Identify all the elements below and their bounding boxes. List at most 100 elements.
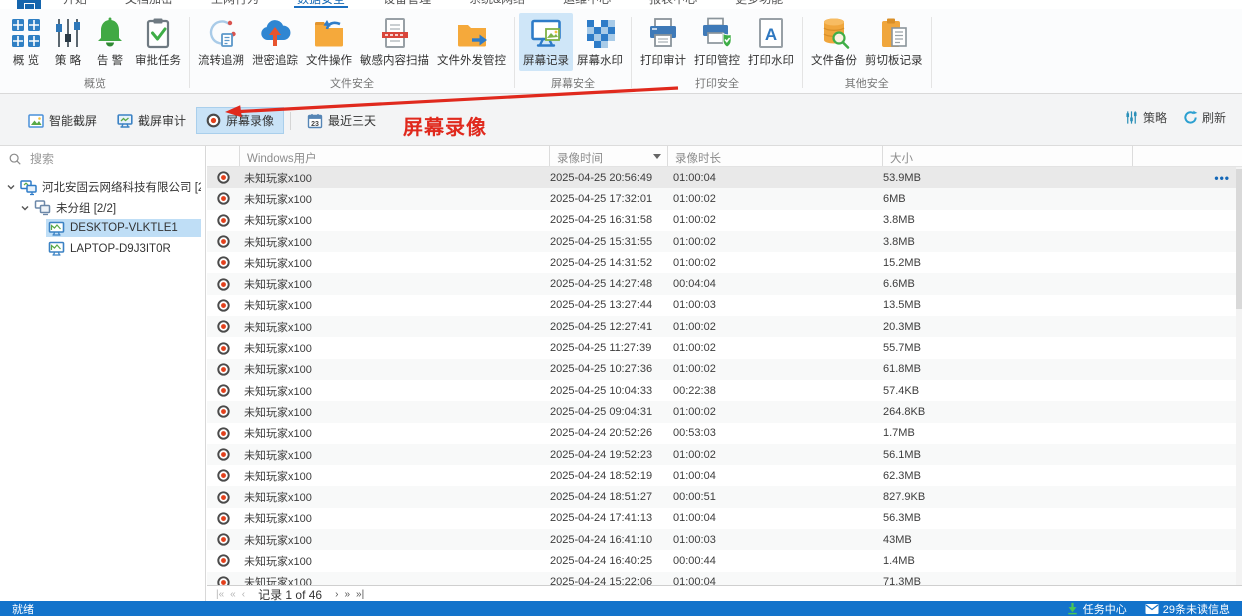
table-row[interactable]: 未知玩家x100 2025-04-24 18:52:19 01:00:04 62.3M… xyxy=(207,465,1236,486)
chevron-down-icon[interactable] xyxy=(4,182,18,192)
size-cell: 56.1MB xyxy=(883,448,921,461)
ribbon-button[interactable]: 策 略 xyxy=(47,13,89,71)
search-row xyxy=(0,146,205,170)
toolbar-button[interactable]: 截屏审计 xyxy=(107,107,196,134)
tab-5[interactable]: 设备管理 xyxy=(370,0,444,9)
tab-2[interactable]: 文档加密 xyxy=(112,0,186,9)
table-row[interactable]: 未知玩家x100 2025-04-25 16:31:58 01:00:02 3.8MB… xyxy=(207,210,1236,231)
ribbon-button[interactable]: 泄密追踪 xyxy=(248,13,302,71)
tab-3[interactable]: 上网行为 xyxy=(198,0,272,9)
duration-cell: 00:00:44 xyxy=(673,554,716,567)
table-row[interactable]: 未知玩家x100 2025-04-25 10:27:36 01:00:02 61.8M… xyxy=(207,358,1236,380)
size-cell: 15.2MB xyxy=(883,256,921,269)
user-cell: 未知玩家x100 xyxy=(244,257,312,270)
tab-7[interactable]: 运维中心 xyxy=(550,0,624,9)
table-row[interactable]: 未知玩家x100 2025-04-25 09:04:31 01:00:02 264.8… xyxy=(207,401,1236,423)
ribbon-button[interactable]: 敏感内容扫描 xyxy=(356,13,433,71)
column-header-Windows用户[interactable]: Windows用户 xyxy=(240,146,550,166)
table-row[interactable]: 未知玩家x100 2025-04-25 14:27:48 00:04:04 6.6MB… xyxy=(207,273,1236,295)
ribbon-button[interactable]: 文件备份 xyxy=(807,13,861,71)
toolbar-right-button[interactable]: 刷新 xyxy=(1183,109,1226,126)
more-icon[interactable]: ••• xyxy=(1133,171,1236,185)
column-header-大小[interactable]: 大小 xyxy=(883,146,1133,166)
ribbon-button[interactable]: 剪切板记录 xyxy=(861,13,927,71)
tree-node-2[interactable]: 未分组 [2/2] xyxy=(0,198,205,219)
tree-node-4[interactable]: LAPTOP-D9J3IT0R xyxy=(0,239,205,260)
record-dot-icon xyxy=(217,554,230,568)
table-row[interactable]: 未知玩家x1002025-04-24 16:41:1001:00:0343MB•… xyxy=(207,529,1236,551)
tab-4[interactable]: 数据安全 xyxy=(284,0,358,9)
ribbon-button[interactable]: 流转追溯 xyxy=(194,13,248,71)
ribbon-button[interactable]: 打印审计 xyxy=(636,13,690,71)
search-input[interactable] xyxy=(28,151,182,167)
table-row[interactable]: 未知玩家x100 2025-04-24 15:22:06 01:00:04 71.3M… xyxy=(207,571,1236,585)
column-header-label: 录像时间 xyxy=(557,153,603,165)
pager-first-button[interactable]: |« xyxy=(213,589,227,600)
ribbon-button[interactable]: 屏幕记录 xyxy=(519,13,573,71)
column-header-录像时长[interactable]: 录像时长 xyxy=(668,146,883,166)
size-cell: 6MB xyxy=(883,192,906,205)
chevron-down-icon[interactable] xyxy=(18,203,32,213)
column-header-icon[interactable] xyxy=(207,146,240,166)
toolbar-button[interactable]: 智能截屏 xyxy=(18,107,107,134)
table-row[interactable]: 未知玩家x100 2025-04-25 20:56:49 01:00:04 53.9M… xyxy=(207,167,1236,189)
ribbon-group-label: 概览 xyxy=(84,78,106,90)
tab-9[interactable]: 更多功能 xyxy=(722,0,796,9)
ribbon-button[interactable]: 文件外发管控 xyxy=(433,13,510,71)
pager-next-group-button[interactable]: » xyxy=(341,589,353,600)
tab-1[interactable]: 开始 xyxy=(50,0,100,9)
toolbar-button[interactable]: 23 最近三天 xyxy=(297,107,386,134)
table-row[interactable]: 未知玩家x1002025-04-25 17:32:0101:00:026MB••… xyxy=(207,188,1236,210)
tree-node-1[interactable]: 河北安固云网络科技有限公司 [2/2] xyxy=(0,177,205,198)
ribbon-button[interactable]: 文件操作 xyxy=(302,13,356,71)
record-cell xyxy=(207,448,240,461)
scrollbar-thumb[interactable] xyxy=(1236,169,1242,309)
ribbon-group-label: 屏幕安全 xyxy=(551,78,595,90)
table-row[interactable]: 未知玩家x100 2025-04-25 11:27:39 01:00:02 55.7M… xyxy=(207,337,1236,358)
pager-last-button[interactable]: »| xyxy=(353,589,367,600)
pager-prev-group-button[interactable]: « xyxy=(227,589,239,600)
pager-label: 记录 1 of 46 xyxy=(258,587,323,602)
ribbon-button[interactable]: 告 警 xyxy=(89,13,131,71)
task-center-button[interactable]: 任务中心 xyxy=(1066,601,1127,616)
table-row[interactable]: 未知玩家x100 2025-04-25 13:27:44 01:00:03 13.5M… xyxy=(207,295,1236,316)
table-row[interactable]: 未知玩家x100 2025-04-25 14:31:52 01:00:02 15.2M… xyxy=(207,252,1236,273)
clipboard-check-icon xyxy=(141,16,175,50)
record-dot-icon xyxy=(217,384,230,397)
app-menu-button[interactable] xyxy=(17,0,41,9)
table-row[interactable]: 未知玩家x100 2025-04-24 16:40:25 00:00:44 1.4MB… xyxy=(207,550,1236,571)
vertical-scrollbar[interactable] xyxy=(1236,167,1242,585)
user-cell: 未知玩家x100 xyxy=(244,406,312,419)
table-row[interactable]: 未知玩家x100 2025-04-24 17:41:13 01:00:04 56.3M… xyxy=(207,508,1236,529)
ribbon-button[interactable]: 屏幕水印 xyxy=(573,13,627,71)
ribbon-button[interactable]: 打印管控 xyxy=(690,13,744,71)
duration-cell: 01:00:04 xyxy=(673,469,716,482)
ribbon-button[interactable]: 审批任务 xyxy=(131,13,185,71)
pager-prev-button[interactable]: ‹ xyxy=(239,589,248,600)
ribbon-button[interactable]: A 打印水印 xyxy=(744,13,798,71)
ribbon-button[interactable]: 概 览 xyxy=(5,13,47,71)
table-row[interactable]: 未知玩家x100 2025-04-25 15:31:55 01:00:02 3.8MB… xyxy=(207,230,1236,253)
table-row[interactable]: 未知玩家x100 2025-04-24 19:52:23 01:00:02 56.1M… xyxy=(207,443,1236,466)
record-dot-icon xyxy=(217,363,230,376)
table-row[interactable]: 未知玩家x100 2025-04-24 18:51:27 00:00:51 827.9… xyxy=(207,486,1236,508)
table-row[interactable]: 未知玩家x100 2025-04-24 20:52:26 00:53:03 1.7MB… xyxy=(207,423,1236,444)
record-cell xyxy=(207,512,240,525)
toolbar-right-button[interactable]: 策略 xyxy=(1124,109,1167,126)
group-icon xyxy=(34,199,51,216)
sort-desc-icon[interactable] xyxy=(653,154,661,159)
column-header-录像时间[interactable]: 录像时间 xyxy=(550,146,668,166)
table-row[interactable]: 未知玩家x100 2025-04-25 12:27:41 01:00:02 20.3M… xyxy=(207,316,1236,338)
tree-node-3[interactable]: DESKTOP-VLKTLE1 xyxy=(0,218,205,239)
record-dot-icon xyxy=(217,427,230,440)
user-cell: 未知玩家x100 xyxy=(244,279,312,292)
annotation-text: 屏幕录像 xyxy=(403,117,487,139)
unread-messages-button[interactable]: 29条未读信息 xyxy=(1145,601,1230,616)
tree-node-label: LAPTOP-D9J3IT0R xyxy=(70,242,171,255)
tab-8[interactable]: 报表中心 xyxy=(636,0,710,9)
size-cell: 71.3MB xyxy=(883,576,921,585)
toolbar-button[interactable]: 屏幕录像 xyxy=(196,107,285,134)
table-row[interactable]: 未知玩家x100 2025-04-25 10:04:33 00:22:38 57.4K… xyxy=(207,380,1236,401)
size-cell: 264.8KB xyxy=(883,405,926,418)
tab-6[interactable]: 系统&网络 xyxy=(456,0,538,9)
